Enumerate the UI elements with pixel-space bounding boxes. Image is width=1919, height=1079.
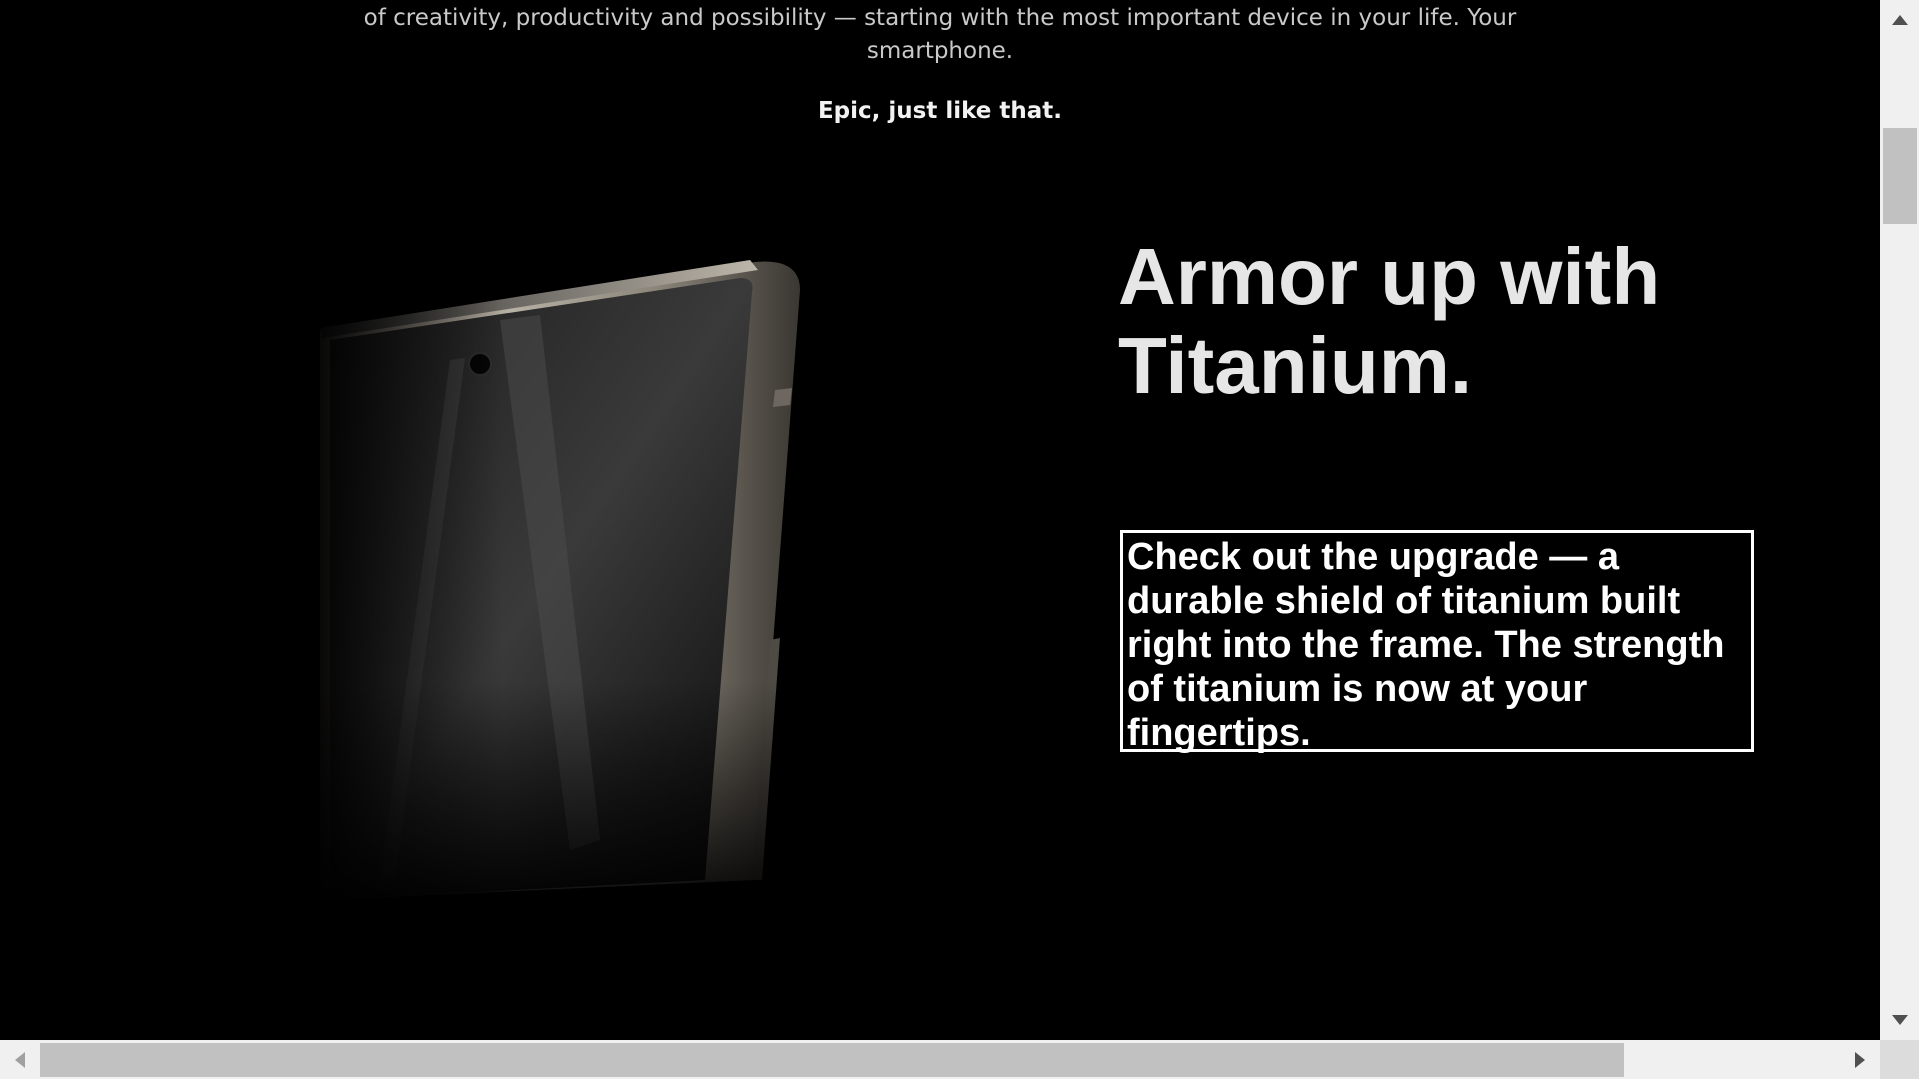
feature-body-line: Check out the upgrade — a: [1127, 536, 1619, 578]
horizontal-scrollbar[interactable]: [0, 1040, 1880, 1079]
feature-body-line: of titanium is now at your: [1127, 668, 1588, 710]
intro-line-1: of creativity, productivity and possibil…: [363, 5, 1517, 31]
scrollbar-corner: [1880, 1040, 1919, 1079]
titanium-phone-image: [300, 240, 880, 920]
scroll-down-arrow-icon[interactable]: [1880, 1000, 1919, 1040]
vertical-scrollbar[interactable]: [1880, 0, 1919, 1040]
scroll-up-arrow-icon[interactable]: [1880, 0, 1919, 40]
feature-heading-line-2: Titanium.: [1118, 321, 1473, 410]
feature-heading-line-1: Armor up with: [1118, 232, 1661, 321]
page-viewport: of creativity, productivity and possibil…: [0, 0, 1880, 1040]
feature-description-box: Check out the upgrade — a durable shield…: [1120, 530, 1754, 754]
feature-body-line: fingertips.: [1127, 712, 1311, 754]
scroll-right-arrow-icon[interactable]: [1840, 1040, 1880, 1079]
intro-line-2: smartphone.: [866, 38, 1014, 64]
horizontal-scroll-thumb[interactable]: [40, 1043, 1624, 1077]
feature-body-line: durable shield of titanium built: [1127, 580, 1681, 622]
vertical-scroll-thumb[interactable]: [1883, 128, 1917, 224]
feature-body-line: right into the frame. The strength: [1127, 624, 1725, 666]
tagline: Epic, just like that.: [817, 98, 1063, 124]
feature-heading: Armor up with Titanium.: [1118, 232, 1738, 410]
scroll-left-arrow-icon[interactable]: [0, 1040, 40, 1079]
